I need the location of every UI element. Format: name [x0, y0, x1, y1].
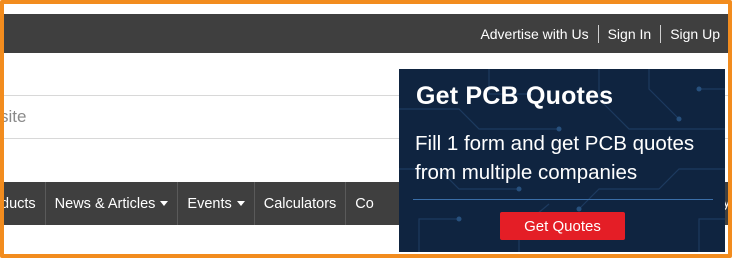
nav-item-events[interactable]: Events: [178, 182, 255, 225]
divider: [413, 199, 713, 200]
nav-item-products[interactable]: ducts: [1, 182, 46, 225]
advertise-link[interactable]: Advertise with Us: [480, 26, 588, 42]
nav-item-news-articles[interactable]: News & Articles: [46, 182, 179, 225]
caret-down-icon: [160, 201, 169, 206]
account-links: Advertise with Us Sign In Sign Up: [480, 14, 720, 53]
top-bar: Advertise with Us Sign In Sign Up: [4, 14, 728, 53]
pcb-quotes-ad[interactable]: Get PCB Quotes Fill 1 form and get PCB q…: [399, 69, 725, 252]
divider: [597, 24, 599, 43]
nav-item-calculators[interactable]: Calculators: [255, 182, 347, 225]
nav-label: ducts: [1, 195, 36, 212]
search-placeholder: site: [0, 107, 27, 126]
ad-title: Get PCB Quotes: [416, 82, 614, 110]
nav-label: Calculators: [263, 195, 337, 212]
nav-label: Co: [355, 195, 374, 212]
page-frame: Advertise with Us Sign In Sign Up site d…: [0, 0, 732, 258]
divider: [660, 24, 662, 43]
ad-body: Fill 1 form and get PCB quotes from mult…: [415, 132, 695, 184]
nav-item-co[interactable]: Co: [346, 182, 383, 225]
sign-up-link[interactable]: Sign Up: [670, 26, 720, 42]
sign-in-link[interactable]: Sign In: [608, 26, 652, 42]
caret-down-icon: [236, 201, 245, 206]
nav-label: News & Articles: [54, 195, 156, 212]
get-quotes-button[interactable]: Get Quotes: [500, 212, 625, 240]
nav-label: Events: [187, 195, 232, 212]
